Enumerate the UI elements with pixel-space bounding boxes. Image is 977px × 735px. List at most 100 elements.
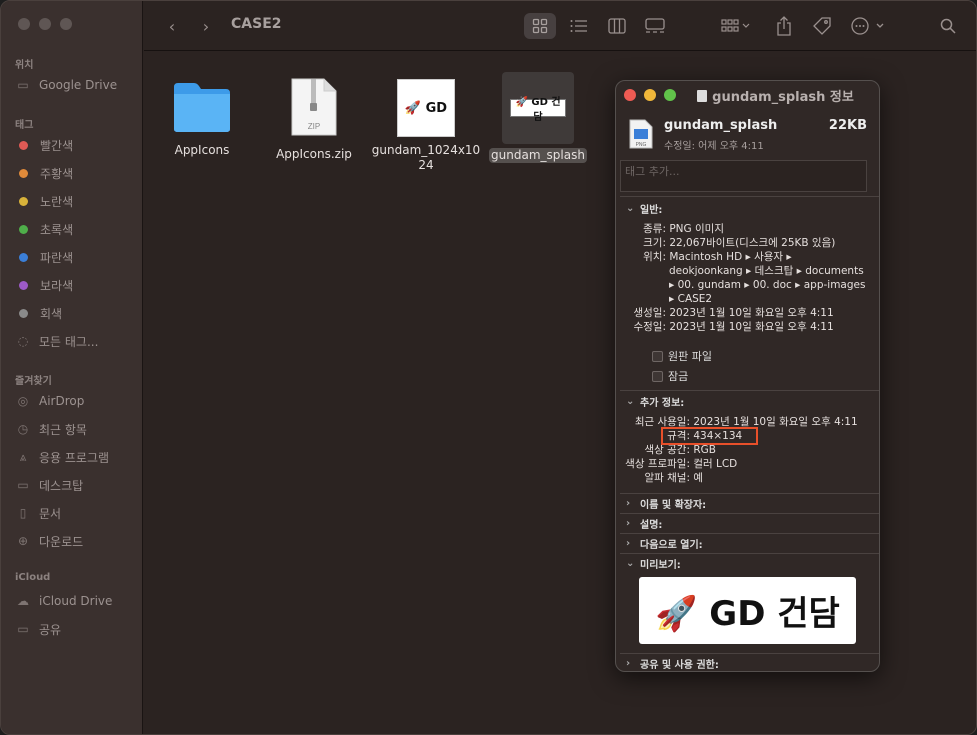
- gallery-view-button[interactable]: [640, 13, 670, 39]
- action-button[interactable]: [848, 13, 888, 39]
- chevron-left-icon: ‹: [168, 16, 176, 36]
- file-name: gundam_splash: [489, 148, 587, 163]
- section-more-info[interactable]: ⌄ 추가 정보:: [616, 391, 879, 411]
- sidebar-item-airdrop[interactable]: ◎ AirDrop: [15, 391, 85, 411]
- checkbox-label: 원판 파일: [668, 350, 712, 363]
- file-name: gundam_1024x10 24: [371, 143, 481, 173]
- sidebar-item-google-drive[interactable]: ▭ Google Drive: [15, 75, 117, 95]
- section-preview[interactable]: ⌄ 미리보기:: [616, 553, 879, 573]
- sidebar-section-icloud: iCloud: [15, 572, 51, 583]
- stationery-checkbox[interactable]: 원판 파일: [652, 348, 712, 364]
- sidebar-item-all-tags[interactable]: ◌ 모든 태그...: [15, 331, 99, 351]
- sidebar-item-documents[interactable]: ▯ 문서: [15, 503, 61, 523]
- file-item[interactable]: 🚀 GD gundam_1024x10 24: [371, 79, 481, 173]
- sidebar-item-label: 파란색: [40, 250, 74, 265]
- file-name: AppIcons.zip: [276, 147, 352, 161]
- sidebar-item-label: 응용 프로그램: [39, 450, 110, 465]
- finder-window: 위치 ▭ Google Drive 태그 빨간색 주황색 노란색 초록색 파란색…: [0, 0, 977, 735]
- more-icon: [851, 17, 884, 35]
- back-button[interactable]: ‹: [162, 13, 182, 39]
- png-file-icon: PNG: [629, 119, 653, 149]
- tags-button[interactable]: [810, 13, 834, 39]
- sidebar-item-recents[interactable]: ◷ 최근 항목: [15, 419, 87, 439]
- sidebar-item-tag-red[interactable]: 빨간색: [15, 135, 73, 155]
- png-file-icon: [697, 90, 708, 102]
- file-item[interactable]: AppIcons: [147, 81, 257, 158]
- group-button[interactable]: [716, 13, 756, 39]
- info-where-line4: ▸ CASE2: [669, 293, 713, 305]
- info-window-title: gundam_splash 정보: [616, 86, 879, 108]
- sidebar-item-label: 데스크탑: [39, 478, 84, 493]
- chevron-right-icon: ›: [626, 537, 631, 549]
- sidebar-item-desktop[interactable]: ▭ 데스크탑: [15, 475, 83, 495]
- checkbox-label: 잠금: [668, 370, 689, 383]
- sidebar-section-favorites: 즐겨찾기: [15, 376, 52, 387]
- minimize-button[interactable]: [39, 18, 51, 30]
- locked-checkbox[interactable]: 잠금: [652, 368, 688, 384]
- sidebar-item-applications[interactable]: ⩓ 응용 프로그램: [15, 447, 109, 467]
- info-key: 색상 공간:: [644, 444, 690, 456]
- sidebar-section-tags: 태그: [15, 120, 34, 131]
- annotation-highlight-box: [661, 427, 758, 445]
- section-general[interactable]: ⌄ 일반:: [616, 198, 879, 218]
- tag-blue-dot: [19, 252, 28, 262]
- all-tags-icon: ◌: [17, 334, 29, 348]
- info-where-line2: deokjoonkang ▸ 데스크탑 ▸ documents: [669, 265, 864, 277]
- info-key: 색상 프로파일:: [625, 458, 690, 470]
- share-button[interactable]: [772, 13, 796, 39]
- toolbar: ‹ › CASE2: [144, 1, 976, 51]
- sidebar-item-tag-purple[interactable]: 보라색: [15, 275, 73, 295]
- info-key: 위치:: [643, 251, 666, 263]
- sidebar-item-tag-gray[interactable]: 회색: [15, 303, 62, 323]
- sidebar-item-tag-yellow[interactable]: 노란색: [15, 191, 73, 211]
- info-key: 종류:: [643, 223, 666, 235]
- chevron-down-icon: ⌄: [626, 202, 635, 214]
- sidebar-item-downloads[interactable]: ⊕ 다운로드: [15, 531, 83, 551]
- info-color-space-row: 색상 공간: RGB: [616, 443, 716, 457]
- file-item-selected[interactable]: 🚀 GD 건담 gundam_splash: [483, 72, 593, 163]
- sidebar-item-tag-blue[interactable]: 파란색: [15, 247, 73, 267]
- sidebar-item-label: 보라색: [40, 278, 74, 293]
- checkbox-box: [652, 350, 663, 362]
- sidebar-item-label: 공유: [39, 622, 62, 637]
- section-open-with[interactable]: › 다음으로 열기:: [616, 533, 879, 553]
- info-key: 크기:: [643, 237, 666, 249]
- sidebar-item-icloud-drive[interactable]: ☁ iCloud Drive: [15, 591, 112, 611]
- chevron-right-icon: ›: [626, 497, 631, 509]
- sidebar-item-label: 다운로드: [39, 534, 84, 549]
- section-name-extension[interactable]: › 이름 및 확장자:: [616, 493, 879, 513]
- info-key: 생성일:: [633, 307, 666, 319]
- sidebar-item-tag-orange[interactable]: 주황색: [15, 163, 73, 183]
- columns-icon: [608, 18, 626, 34]
- info-file-size: 22KB: [828, 118, 867, 133]
- sidebar-item-tag-green[interactable]: 초록색: [15, 219, 73, 239]
- sidebar: 위치 ▭ Google Drive 태그 빨간색 주황색 노란색 초록색 파란색…: [1, 1, 143, 734]
- file-item[interactable]: ZIP AppIcons.zip: [259, 77, 369, 162]
- section-heading: 공유 및 사용 권한:: [640, 659, 719, 671]
- list-view-button[interactable]: [564, 13, 594, 39]
- info-where-line3: ▸ 00. gundam ▸ 00. doc ▸ app-images: [669, 279, 866, 291]
- sidebar-item-label: 노란색: [40, 194, 74, 209]
- thumbnail-text: 🚀 GD 건담: [515, 97, 561, 123]
- close-button[interactable]: [18, 18, 30, 30]
- icon-view-button[interactable]: [524, 13, 556, 39]
- column-view-button[interactable]: [602, 13, 632, 39]
- sidebar-item-shared[interactable]: ▭ 공유: [15, 619, 61, 639]
- sidebar-item-label: 빨간색: [40, 138, 74, 153]
- tags-input[interactable]: 태그 추가...: [620, 160, 867, 192]
- file-type-icon: PNG: [629, 119, 653, 153]
- zoom-button[interactable]: [60, 18, 72, 30]
- info-where-row: 위치: Macintosh HD ▸ 사용자 ▸: [616, 250, 792, 264]
- sidebar-section-locations: 위치: [15, 60, 34, 71]
- desktop-icon: ▭: [17, 478, 29, 492]
- section-sharing-permissions[interactable]: › 공유 및 사용 권한:: [616, 653, 879, 671]
- section-comments[interactable]: › 설명:: [616, 513, 879, 533]
- get-info-panel: gundam_splash 정보 PNG gundam_splash 22KB …: [615, 80, 880, 672]
- svg-text:PNG: PNG: [636, 142, 647, 148]
- search-button[interactable]: [936, 13, 960, 39]
- forward-button[interactable]: ›: [196, 13, 216, 39]
- info-value: 2023년 1월 10일 화요일 오후 4:11: [669, 307, 834, 319]
- chevron-right-icon: ›: [626, 657, 631, 669]
- file-name: AppIcons: [174, 143, 230, 157]
- sidebar-item-label: 초록색: [40, 222, 74, 237]
